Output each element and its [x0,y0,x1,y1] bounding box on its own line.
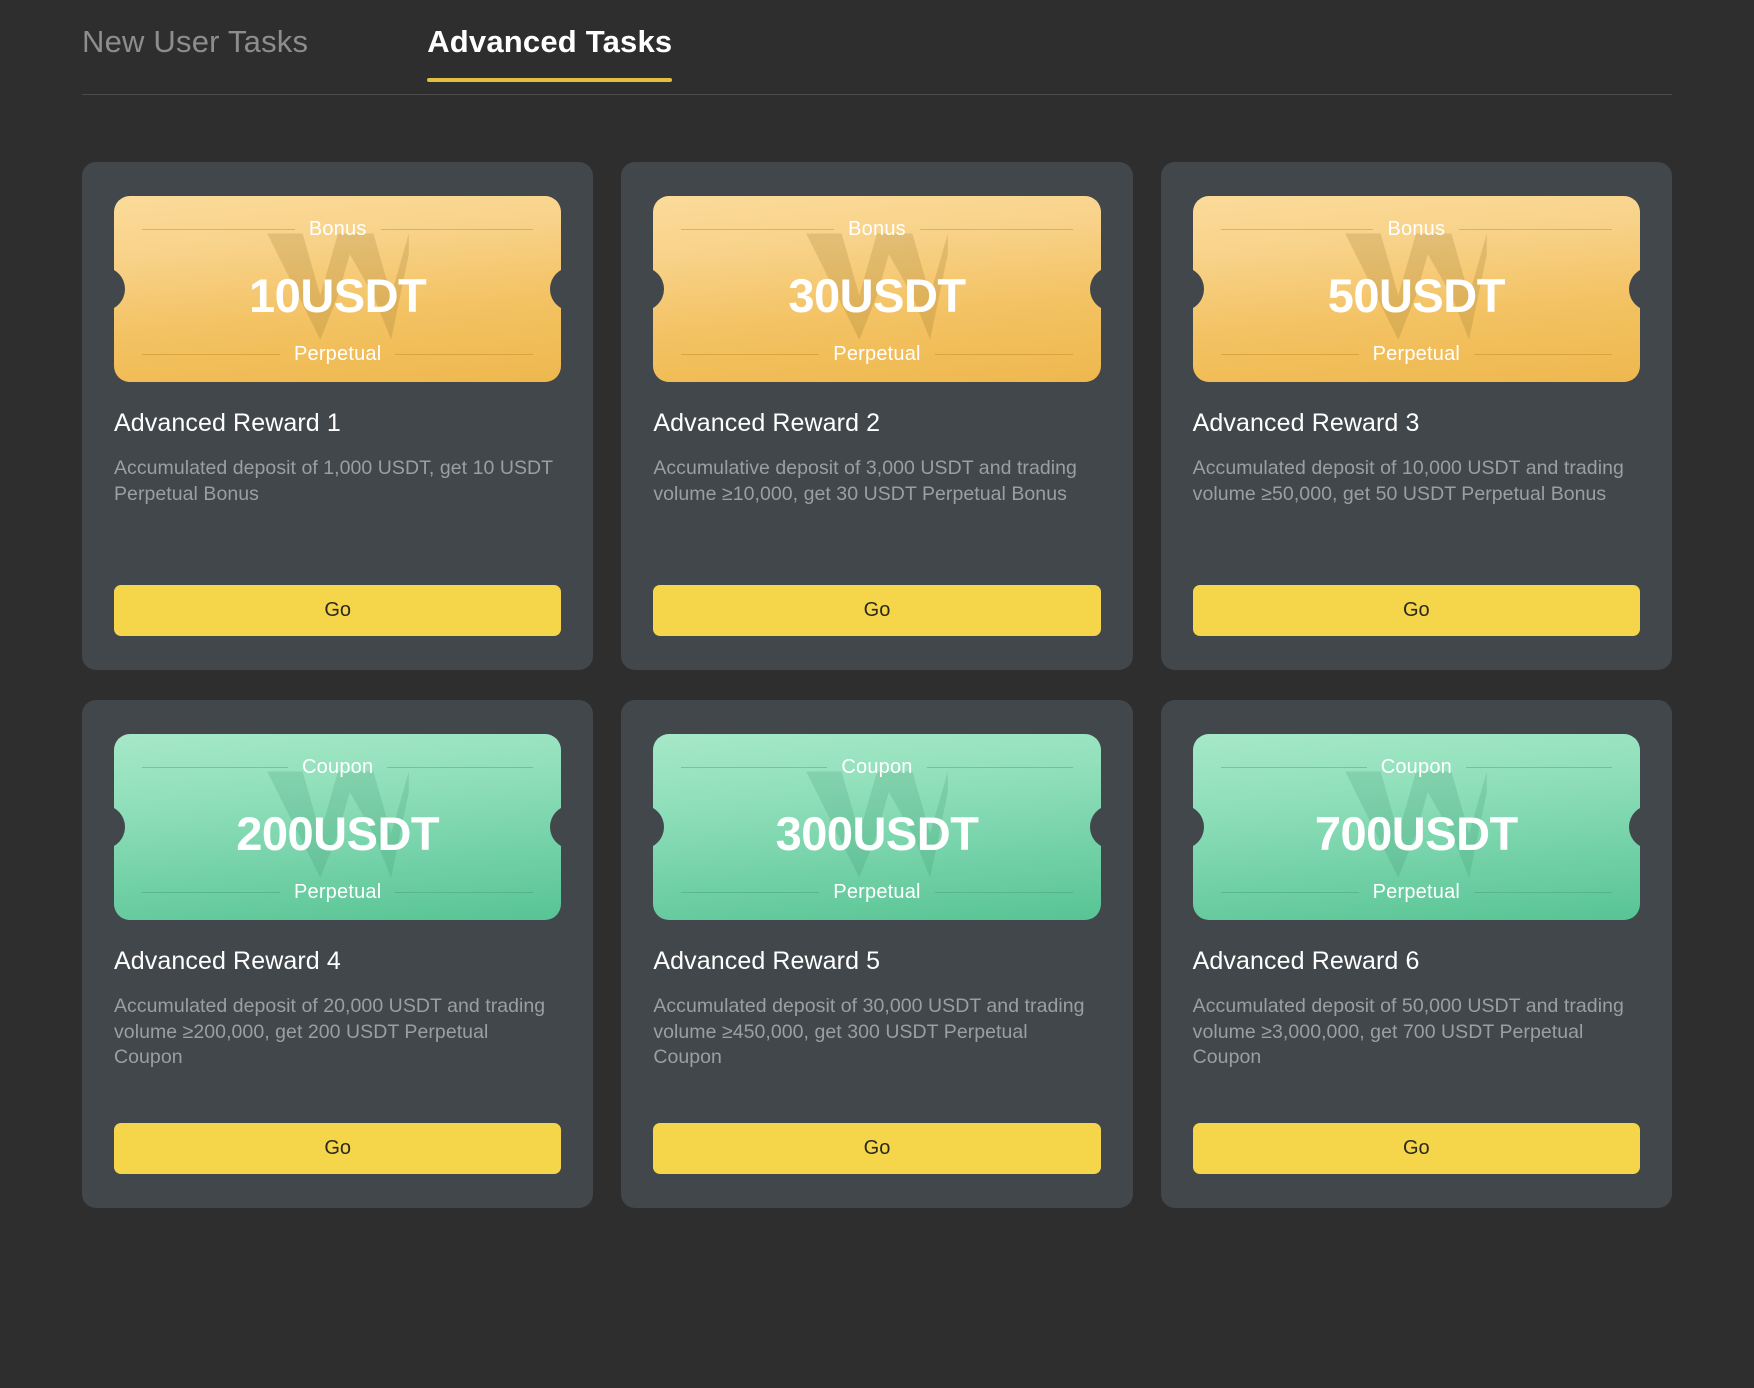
reward-card: Coupon 200USDT Perpetual Advanced Reward… [82,700,594,1208]
ticket-rule-left [681,767,828,768]
ticket-rule-left [681,229,835,230]
reward-card: Coupon 700USDT Perpetual Advanced Reward… [1160,700,1672,1208]
ticket-footer-rule-left [1220,354,1359,355]
ticket-type-row: Coupon [114,756,561,779]
go-button[interactable]: Go [653,585,1101,636]
ticket-rule-left [142,229,295,230]
reward-ticket: Coupon 200USDT Perpetual [114,734,562,920]
tab-advanced-tasks-label: Advanced Tasks [427,24,673,59]
ticket-footer-row: Perpetual [114,881,561,904]
reward-description: Accumulated deposit of 10,000 USDT and t… [1192,457,1624,505]
ticket-amount: 300USDT [775,806,979,860]
tab-new-user-tasks[interactable]: New User Tasks [82,14,308,82]
ticket-rule-left [1220,229,1374,230]
ticket-footer-rule-left [142,354,280,355]
ticket-footer-row: Perpetual [1193,343,1640,366]
ticket-type-label: Coupon [302,756,374,778]
ticket-rule-right [387,767,534,768]
task-tabs: New User Tasks Advanced Tasks [0,0,1754,96]
ticket-footer-rule-left [681,354,820,355]
ticket-rule-left [142,767,289,768]
ticket-footer-rule-left [681,892,820,893]
ticket-footer-rule-left [142,892,280,893]
ticket-footer-label: Perpetual [1372,343,1461,365]
ticket-footer-rule-right [395,354,534,355]
ticket-footer-label: Perpetual [833,343,921,365]
ticket-footer-label: Perpetual [833,881,921,903]
ticket-rule-right [380,229,534,230]
reward-description: Accumulated deposit of 1,000 USDT, get 1… [114,457,553,505]
reward-card: Bonus 30USDT Perpetual Advanced Reward 2… [621,162,1133,670]
reward-description: Accumulative deposit of 3,000 USDT and t… [653,457,1077,505]
go-button[interactable]: Go [653,1123,1101,1174]
advanced-tasks-page: New User Tasks Advanced Tasks Bonus 10US [0,0,1754,1388]
reward-title: Advanced Reward 2 [653,409,881,437]
ticket-footer-rule-right [395,892,534,893]
ticket-rule-right [926,767,1073,768]
ticket-type-label: Bonus [308,218,367,240]
ticket-type-row: Bonus [653,218,1100,241]
reward-ticket: Coupon 300USDT Perpetual [653,734,1101,920]
reward-card: Bonus 10USDT Perpetual Advanced Reward 1… [82,162,594,670]
ticket-type-label: Bonus [848,218,906,240]
reward-title: Advanced Reward 3 [1192,409,1420,437]
reward-ticket: Bonus 50USDT Perpetual [1192,196,1640,382]
ticket-footer-rule-left [1220,892,1359,893]
reward-ticket: Coupon 700USDT Perpetual [1192,734,1640,920]
tabs-divider [82,94,1672,95]
go-button[interactable]: Go [1192,1123,1640,1174]
reward-description: Accumulated deposit of 50,000 USDT and t… [1192,995,1624,1069]
go-button[interactable]: Go [114,1123,562,1174]
reward-title: Advanced Reward 4 [114,947,341,975]
reward-description: Accumulated deposit of 20,000 USDT and t… [114,995,546,1069]
ticket-footer-label: Perpetual [1372,881,1461,903]
ticket-type-label: Bonus [1387,218,1446,240]
ticket-footer-row: Perpetual [653,881,1100,904]
go-button[interactable]: Go [1192,585,1640,636]
reward-card-grid: Bonus 10USDT Perpetual Advanced Reward 1… [0,96,1754,1208]
ticket-footer-row: Perpetual [114,343,561,366]
ticket-rule-right [1459,229,1612,230]
go-button[interactable]: Go [114,585,562,636]
ticket-footer-rule-right [934,354,1073,355]
ticket-type-row: Bonus [1193,218,1640,241]
reward-card: Coupon 300USDT Perpetual Advanced Reward… [621,700,1133,1208]
ticket-footer-rule-right [1474,354,1613,355]
reward-ticket: Bonus 30USDT Perpetual [653,196,1101,382]
reward-description: Accumulated deposit of 30,000 USDT and t… [653,995,1085,1069]
ticket-footer-rule-right [1474,892,1613,893]
ticket-type-row: Coupon [1193,756,1640,779]
ticket-footer-label: Perpetual [293,343,382,365]
reward-title: Advanced Reward 6 [1192,947,1420,975]
ticket-type-row: Coupon [653,756,1100,779]
ticket-rule-right [919,229,1073,230]
tab-new-user-tasks-label: New User Tasks [82,24,309,59]
reward-card: Bonus 50USDT Perpetual Advanced Reward 3… [1160,162,1672,670]
ticket-rule-left [1220,767,1367,768]
reward-title: Advanced Reward 5 [653,947,881,975]
ticket-footer-row: Perpetual [1193,881,1640,904]
ticket-amount: 10USDT [249,268,427,322]
ticket-footer-row: Perpetual [653,343,1100,366]
ticket-type-label: Coupon [1380,756,1452,778]
reward-ticket: Bonus 10USDT Perpetual [114,196,562,382]
tab-advanced-tasks[interactable]: Advanced Tasks [427,14,673,82]
ticket-footer-rule-right [934,892,1073,893]
ticket-amount: 200USDT [236,806,440,860]
ticket-footer-label: Perpetual [293,881,382,903]
ticket-amount: 50USDT [1327,268,1506,322]
ticket-amount: 700USDT [1314,806,1518,860]
ticket-amount: 30USDT [788,268,966,322]
ticket-rule-right [1465,767,1613,768]
reward-title: Advanced Reward 1 [114,409,341,437]
ticket-type-label: Coupon [841,756,913,778]
ticket-type-row: Bonus [114,218,561,241]
